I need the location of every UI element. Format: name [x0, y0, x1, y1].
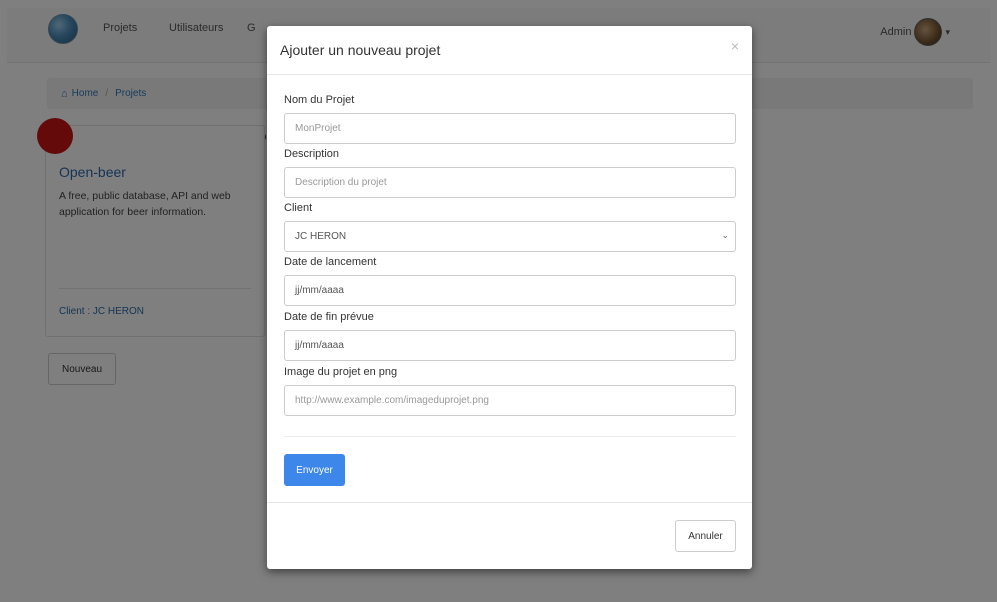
label-end-date: Date de fin prévue	[284, 311, 374, 323]
image-url-input[interactable]: http://www.example.com/imageduprojet.png	[284, 385, 736, 416]
chevron-down-icon: ⌄	[721, 230, 729, 240]
add-project-modal: Ajouter un nouveau projet × Nom du Proje…	[267, 26, 752, 569]
modal-title: Ajouter un nouveau projet	[280, 42, 441, 58]
close-icon[interactable]: ×	[731, 38, 739, 54]
label-client: Client	[284, 202, 313, 214]
label-image-url: Image du projet en png	[284, 366, 398, 378]
cancel-button[interactable]: Annuler	[675, 520, 736, 552]
modal-header: Ajouter un nouveau projet ×	[267, 26, 752, 75]
image-url-placeholder: http://www.example.com/imageduprojet.png	[295, 395, 489, 406]
end-date-input[interactable]: jj/mm/aaaa	[284, 330, 736, 361]
form-divider	[284, 436, 736, 437]
description-placeholder: Description du projet	[295, 177, 387, 188]
start-date-value: jj/mm/aaaa	[295, 285, 344, 296]
modal-footer: Annuler	[267, 502, 752, 569]
end-date-value: jj/mm/aaaa	[295, 340, 344, 351]
label-project-name: Nom du Projet	[284, 94, 355, 106]
client-selected-value: JC HERON	[295, 231, 347, 242]
client-select[interactable]: JC HERON ⌄	[284, 221, 736, 252]
submit-button[interactable]: Envoyer	[284, 454, 345, 486]
start-date-input[interactable]: jj/mm/aaaa	[284, 275, 736, 306]
project-name-input[interactable]: MonProjet	[284, 113, 736, 144]
description-input[interactable]: Description du projet	[284, 167, 736, 198]
label-description: Description	[284, 148, 340, 160]
project-name-placeholder: MonProjet	[295, 123, 341, 134]
label-start-date: Date de lancement	[284, 256, 377, 268]
